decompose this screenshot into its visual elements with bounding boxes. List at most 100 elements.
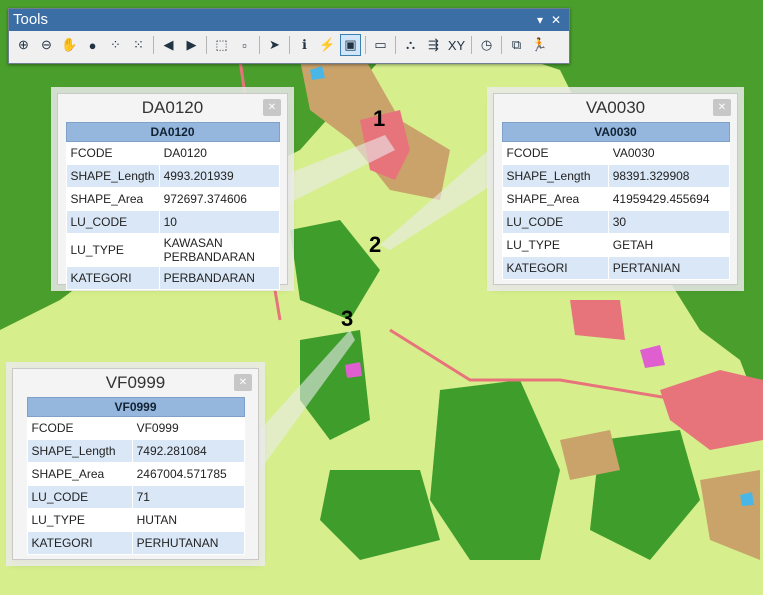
table-row: LU_TYPE HUTAN <box>26 508 245 532</box>
field-value: VA0030 <box>607 141 730 165</box>
marker-label: 2 <box>369 232 382 257</box>
pan-icon[interactable]: ✋ <box>59 34 80 56</box>
toolbar-titlebar[interactable]: Tools ▾ ✕ <box>9 9 569 31</box>
table-row: LU_TYPE GETAH <box>501 233 730 257</box>
table-header: VF0999 <box>26 397 245 417</box>
identify-icon[interactable]: ℹ <box>294 34 315 56</box>
measure-icon[interactable]: ▭ <box>370 34 391 56</box>
field-value: 972697.374606 <box>158 187 280 211</box>
table-row: LU_CODE 71 <box>26 485 245 509</box>
close-icon[interactable]: ✕ <box>713 99 731 116</box>
field-name: LU_CODE <box>501 210 609 234</box>
urban-area <box>570 300 625 340</box>
popup-da0120[interactable]: DA0120 ✕ DA0120 FCODE DA0120 SHAPE_Length 49… <box>57 93 288 290</box>
field-name: SHAPE_Length <box>65 164 160 188</box>
field-name: SHAPE_Area <box>501 187 609 211</box>
table-row: SHAPE_Length 7492.281084 <box>26 439 245 463</box>
field-value: 41959429.455694 <box>607 187 730 211</box>
popup-vf0999[interactable]: VF0999 ✕ VF0999 FCODE VF0999 SHAPE_Length 74… <box>12 368 259 560</box>
table-row: FCODE VA0030 <box>501 141 730 165</box>
viewer-window-icon[interactable]: ⧉ <box>506 34 527 56</box>
field-value: HUTAN <box>131 508 245 532</box>
time-slider-icon[interactable]: ◷ <box>476 34 497 56</box>
find-icon[interactable]: ⛬ <box>400 34 421 56</box>
field-value: 2467004.571785 <box>131 462 245 486</box>
popup-title: DA0120 <box>141 98 204 117</box>
full-extent-icon[interactable]: ● <box>82 34 103 56</box>
toolbar-separator <box>395 36 396 54</box>
route-runner-icon[interactable]: 🏃 <box>529 34 550 56</box>
field-value: 98391.329908 <box>607 164 730 188</box>
attribute-table: VA0030 FCODE VA0030 SHAPE_Length 98391.3299… <box>501 122 730 280</box>
close-icon[interactable]: ✕ <box>234 374 252 391</box>
toolbar-title: Tools <box>13 11 49 28</box>
field-name: LU_TYPE <box>501 233 609 257</box>
table-row: SHAPE_Area 2467004.571785 <box>26 462 245 486</box>
fixed-zoom-in-icon[interactable]: ⁘ <box>105 34 126 56</box>
field-name: KATEGORI <box>65 266 160 290</box>
field-value: 4993.201939 <box>158 164 280 188</box>
field-name: LU_CODE <box>65 210 160 234</box>
field-name: KATEGORI <box>501 256 609 280</box>
back-extent-icon[interactable]: ◀ <box>158 34 179 56</box>
toolbar-separator <box>289 36 290 54</box>
field-name: LU_CODE <box>26 485 133 509</box>
table-row: KATEGORI PERHUTANAN <box>26 531 245 555</box>
go-to-xy-icon[interactable]: XY <box>446 34 467 56</box>
tools-toolbar-window[interactable]: Tools ▾ ✕ ⊕ ⊖ ✋ ● ⁘ ⁙ ◀ ▶ ⬚ ▫ ➤ ℹ ⚡ ▣ ▭ ⛬ ⇶ XY ◷ ⧉ 🏃 <box>8 8 570 64</box>
field-value: 7492.281084 <box>131 439 245 463</box>
toolbar-separator <box>365 36 366 54</box>
field-value: 71 <box>131 485 245 509</box>
toolbar-separator <box>153 36 154 54</box>
toolbar-buttons: ⊕ ⊖ ✋ ● ⁘ ⁙ ◀ ▶ ⬚ ▫ ➤ ℹ ⚡ ▣ ▭ ⛬ ⇶ XY ◷ ⧉ 🏃 <box>9 31 569 59</box>
zoom-in-icon[interactable]: ⊕ <box>13 34 34 56</box>
table-row: FCODE DA0120 <box>65 141 280 165</box>
field-value: DA0120 <box>158 141 280 165</box>
field-name: LU_TYPE <box>65 233 160 267</box>
field-value: PERHUTANAN <box>131 531 245 555</box>
popup-title: VA0030 <box>585 98 646 117</box>
toolbar-close-icon[interactable]: ✕ <box>551 9 561 31</box>
close-icon[interactable]: ✕ <box>263 99 281 116</box>
table-row: LU_TYPE KAWASAN PERBANDARAN <box>65 233 280 267</box>
find-route-icon[interactable]: ⇶ <box>423 34 444 56</box>
attribute-table: VF0999 FCODE VF0999 SHAPE_Length 7492.28108… <box>26 397 245 555</box>
toolbar-separator <box>259 36 260 54</box>
field-value: VF0999 <box>131 416 245 440</box>
field-name: FCODE <box>65 141 160 165</box>
toolbar-separator <box>471 36 472 54</box>
select-elements-icon[interactable]: ➤ <box>264 34 285 56</box>
popup-title: VF0999 <box>105 373 166 392</box>
table-header: DA0120 <box>65 122 280 142</box>
field-value: GETAH <box>607 233 730 257</box>
fixed-zoom-out-icon[interactable]: ⁙ <box>128 34 149 56</box>
field-name: SHAPE_Area <box>26 462 133 486</box>
clear-selection-icon[interactable]: ▫ <box>234 34 255 56</box>
table-row: SHAPE_Area 972697.374606 <box>65 187 280 211</box>
toolbar-separator <box>501 36 502 54</box>
marker-label: 1 <box>373 106 386 131</box>
field-name: FCODE <box>26 416 133 440</box>
hyperlink-icon[interactable]: ⚡ <box>317 34 338 56</box>
html-popup-icon[interactable]: ▣ <box>340 34 361 56</box>
field-value: 10 <box>158 210 280 234</box>
field-name: KATEGORI <box>26 531 133 555</box>
marker-label: 3 <box>341 306 354 331</box>
table-row: LU_CODE 30 <box>501 210 730 234</box>
field-name: SHAPE_Length <box>26 439 133 463</box>
toolbar-menu-icon[interactable]: ▾ <box>537 9 543 31</box>
field-value: KAWASAN PERBANDARAN <box>158 233 280 267</box>
field-name: LU_TYPE <box>26 508 133 532</box>
select-features-icon[interactable]: ⬚ <box>211 34 232 56</box>
popup-va0030[interactable]: VA0030 ✕ VA0030 FCODE VA0030 SHAPE_Length 98… <box>493 93 738 285</box>
field-name: SHAPE_Length <box>501 164 609 188</box>
table-header: VA0030 <box>501 122 730 142</box>
field-name: SHAPE_Area <box>65 187 160 211</box>
zoom-out-icon[interactable]: ⊖ <box>36 34 57 56</box>
field-name: FCODE <box>501 141 609 165</box>
table-row: SHAPE_Area 41959429.455694 <box>501 187 730 211</box>
toolbar-separator <box>206 36 207 54</box>
table-row: KATEGORI PERTANIAN <box>501 256 730 280</box>
forward-extent-icon[interactable]: ▶ <box>181 34 202 56</box>
attribute-table: DA0120 FCODE DA0120 SHAPE_Length 4993.20193… <box>65 122 280 290</box>
